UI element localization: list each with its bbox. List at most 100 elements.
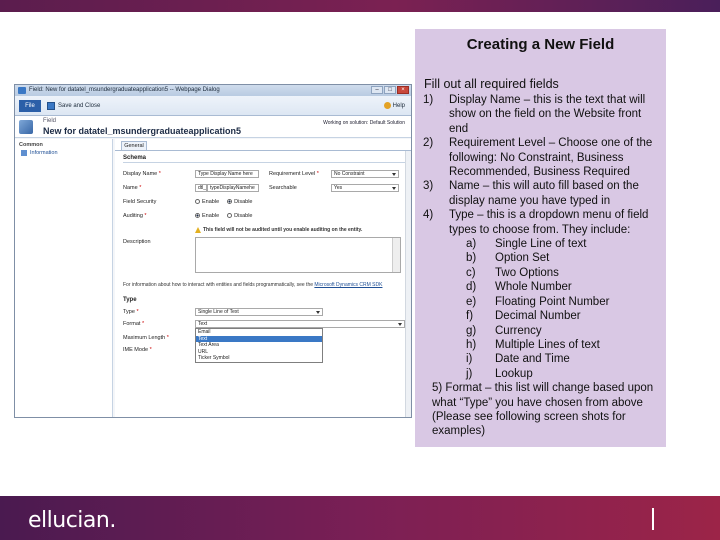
auditing-enable[interactable]: Enable <box>195 213 219 219</box>
save-and-close-button[interactable]: Save and Close <box>47 102 100 110</box>
display-name-input[interactable]: Type Display Name here <box>195 170 259 178</box>
max-length-label: Maximum Length * <box>123 335 169 341</box>
form-scrollbar[interactable] <box>405 151 411 417</box>
step-item: 3) Name – this will auto fill based on th… <box>423 179 663 208</box>
nav-group-common[interactable]: Common <box>15 139 112 149</box>
ellucian-logo: ellucian. <box>28 508 116 533</box>
nav-item-label: Information <box>30 150 58 156</box>
sdk-info: For information about how to interact wi… <box>123 282 403 288</box>
step-item-5: 5) Format – this list will change based … <box>421 381 663 439</box>
maximize-icon[interactable]: □ <box>384 86 396 94</box>
max-length-label-text: Maximum Length <box>123 335 166 341</box>
description-scrollbar[interactable] <box>392 238 400 272</box>
type-letter: f) <box>466 310 474 323</box>
type-letter: a) <box>466 238 477 251</box>
ribbon-toolbar: File Save and Close Help <box>15 96 411 116</box>
ime-mode-label: IME Mode * <box>123 347 152 353</box>
format-label-text: Format <box>123 321 141 327</box>
minimize-icon[interactable]: – <box>371 86 383 94</box>
field-label: Field <box>43 118 57 124</box>
description-textarea[interactable] <box>195 237 401 273</box>
top-accent-bar <box>0 0 720 12</box>
type-letter: i) <box>466 353 473 366</box>
type-select[interactable]: Single Line of Text <box>195 308 323 316</box>
type-text: Date and Time <box>495 353 570 366</box>
step-number: 3) <box>423 180 434 193</box>
section-type: Type <box>123 297 137 303</box>
help-button[interactable]: Help <box>383 102 405 109</box>
description-label: Description <box>123 239 151 245</box>
requirement-level-select[interactable]: No Constraint <box>331 170 399 178</box>
type-letter: d) <box>466 281 477 294</box>
field-security-enable[interactable]: Enable <box>195 199 219 205</box>
display-name-label: Display Name * <box>123 171 161 177</box>
close-icon[interactable]: × <box>397 86 409 94</box>
file-button[interactable]: File <box>19 100 41 112</box>
field-security-label: Field Security <box>123 199 157 205</box>
type-text: Decimal Number <box>495 310 581 323</box>
auditing-disable[interactable]: Disable <box>227 213 252 219</box>
type-text: Multiple Lines of text <box>495 338 600 351</box>
searchable-select[interactable]: Yes <box>331 184 399 192</box>
footer-divider <box>652 508 654 530</box>
field-security-disable[interactable]: Disable <box>227 199 252 205</box>
form-header: Field New for datatel_msundergraduateapp… <box>15 116 411 138</box>
type-item: e) Floating Point Number <box>423 295 663 309</box>
type-item: f) Decimal Number <box>423 309 663 323</box>
tab-general[interactable]: General <box>121 141 147 150</box>
enable-text: Enable <box>202 199 220 205</box>
step-text: Name – this will auto fill based on the … <box>449 180 639 207</box>
step-text: Type – this is a dropdown menu of field … <box>449 209 649 236</box>
slide-intro: Fill out all required fields <box>424 77 559 91</box>
type-item: i) Date and Time <box>423 352 663 366</box>
type-text: Currency <box>495 324 542 337</box>
auditing-label-text: Auditing <box>123 213 143 219</box>
type-label: Type * <box>123 309 139 315</box>
format-select[interactable]: Text <box>195 320 405 328</box>
audit-warning: This field will not be audited until you… <box>195 227 362 233</box>
form-body: General Schema Display Name * Type Displ… <box>115 139 411 417</box>
solution-label: Working on solution: Default Solution <box>323 120 405 126</box>
save-close-label: Save and Close <box>58 103 101 109</box>
type-label-text: Type <box>123 309 135 315</box>
type-item: b) Option Set <box>423 251 663 265</box>
step-item: 1) Display Name – this is the text that w… <box>423 93 663 136</box>
step-text: Display Name – this is the text that wil… <box>449 94 646 135</box>
sdk-link[interactable]: Microsoft Dynamics CRM SDK <box>314 282 382 288</box>
information-icon <box>21 150 27 156</box>
dialog-title-bar: Field: New for datatel_msundergraduateap… <box>15 85 411 96</box>
name-label-text: Name <box>123 185 138 191</box>
field-dialog-screenshot: Field: New for datatel_msundergraduateap… <box>14 84 412 418</box>
schema-divider <box>123 162 405 163</box>
type-text: Option Set <box>495 252 550 265</box>
window-controls: – □ × <box>371 86 409 94</box>
step-item: 2) Requirement Level – Choose one of the … <box>423 136 663 179</box>
field-entity-icon <box>19 120 33 134</box>
row-type: Type * Single Line of Text <box>123 307 405 317</box>
save-icon <box>47 102 55 110</box>
row-name: Name * dtl_ typeDisplayNamehe Searchable… <box>123 183 405 193</box>
ime-mode-label-text: IME Mode <box>123 347 149 353</box>
type-letter: j) <box>466 367 473 380</box>
row-display-name: Display Name * Type Display Name here Re… <box>123 169 405 179</box>
format-option[interactable]: Ticker Symbol <box>196 355 322 362</box>
auditing-disable-text: Disable <box>234 213 253 219</box>
type-letter: g) <box>466 324 477 337</box>
name-input[interactable]: typeDisplayNamehe <box>207 184 259 192</box>
field-name-title: New for datatel_msundergraduateapplicati… <box>43 126 242 136</box>
format-dropdown-list[interactable]: Email Text Text Area URL Ticker Symbol <box>195 328 323 363</box>
row-auditing: Auditing * Enable Disable <box>123 211 405 221</box>
instruction-panel: Creating a New Field Fill out all requir… <box>415 29 666 447</box>
nav-item-information[interactable]: Information <box>15 149 112 157</box>
slide-title: Creating a New Field <box>466 36 615 53</box>
name-prefix: dtl_ <box>195 184 207 192</box>
searchable-label: Searchable <box>269 185 297 191</box>
type-letter: b) <box>466 252 477 265</box>
type-text: Two Options <box>495 266 559 279</box>
step-number: 2) <box>423 137 434 150</box>
auditing-label: Auditing * <box>123 213 147 219</box>
type-item: h) Multiple Lines of text <box>423 338 663 352</box>
sdk-info-text: For information about how to interact wi… <box>123 282 313 288</box>
type-letter: h) <box>466 338 477 351</box>
type-text: Floating Point Number <box>495 295 610 308</box>
